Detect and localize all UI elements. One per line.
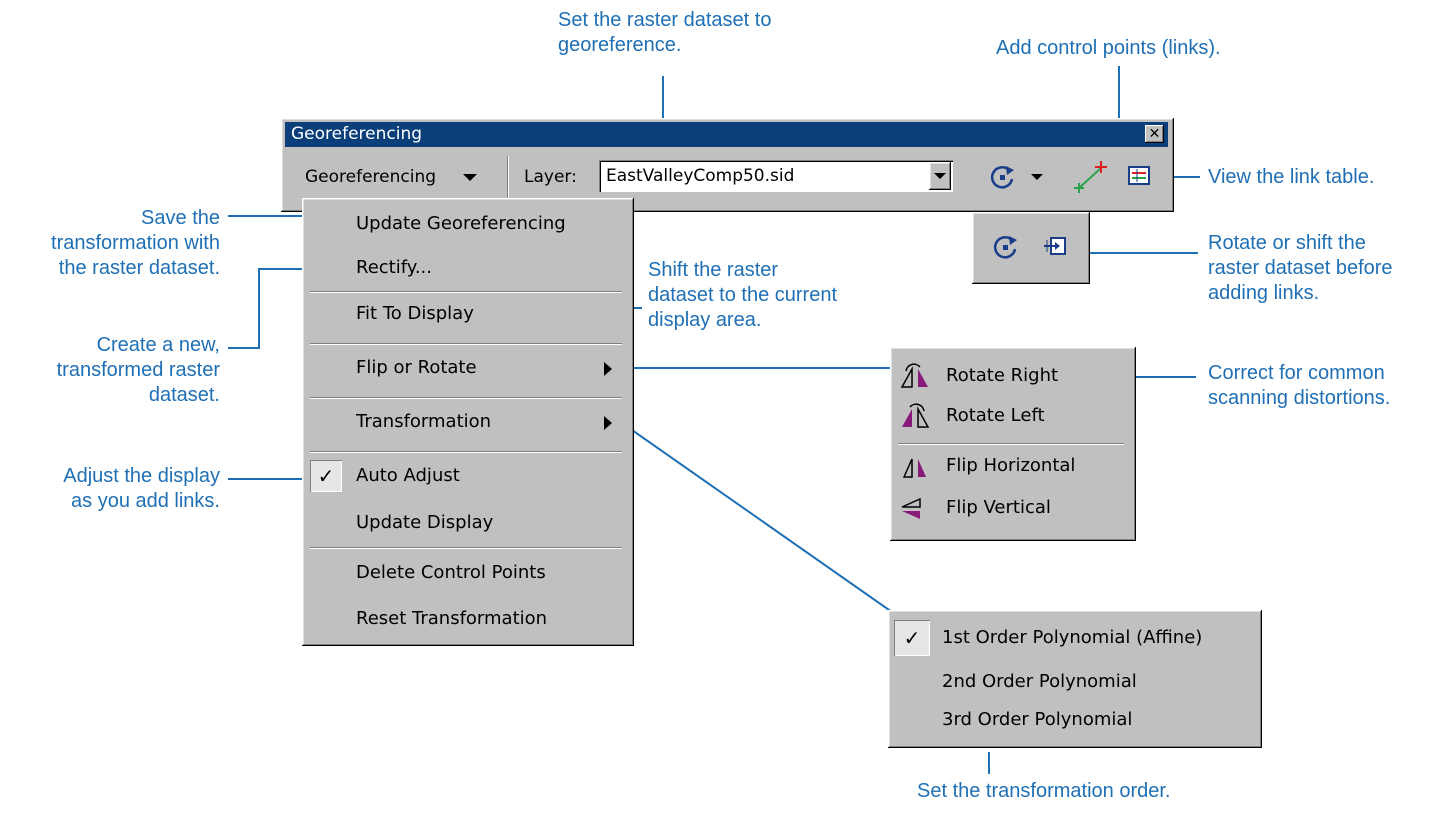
menu-item-auto-adjust[interactable]: ✓ Auto Adjust (306, 456, 626, 496)
transformation-submenu: ✓ 1st Order Polynomial (Affine) 2nd Orde… (888, 610, 1262, 748)
flip-rotate-submenu: Rotate Right Rotate Left Flip Horizontal… (890, 347, 1136, 541)
menu-item-label: 1st Order Polynomial (Affine) (942, 627, 1203, 648)
layer-label: Layer: (524, 167, 577, 187)
menu-item-label: Update Display (356, 512, 494, 533)
check-box: ✓ (310, 460, 342, 492)
link-table-icon[interactable] (1127, 164, 1151, 188)
flip-horizontal-icon (902, 458, 926, 478)
leader-create-new-v (258, 268, 260, 348)
flip-vertical-label: Flip Vertical (946, 497, 1051, 518)
menu-item-3rd-order-polynomial[interactable]: 3rd Order Polynomial (892, 702, 1254, 738)
leader-correct-distortions (1128, 376, 1196, 378)
menu-item-label: Transformation (356, 411, 492, 432)
callout-create-new: Create a new, transformed raster dataset… (56, 334, 220, 406)
rotate-right-label: Rotate Right (946, 365, 1059, 386)
menu-item-rotate-right[interactable]: Rotate Right (898, 361, 1128, 391)
close-button[interactable]: ✕ (1145, 125, 1164, 143)
menu-item-label: Flip or Rotate (356, 357, 477, 378)
menu-item-label: Update Georeferencing (356, 213, 566, 234)
georeferencing-menu-button[interactable]: Georeferencing (305, 162, 477, 192)
menu-item-label: 3rd Order Polynomial (942, 709, 1133, 730)
menu-item-label: Reset Transformation (356, 608, 548, 629)
leader-set-order (988, 752, 990, 774)
callout-add-control-points: Add control points (links). (996, 37, 1221, 59)
leader-create-new-h2 (228, 347, 260, 349)
callout-set-order: Set the transformation order. (917, 780, 1171, 802)
rotate-right-icon (900, 363, 928, 388)
menu-item-flip-or-rotate[interactable]: Flip or Rotate (306, 348, 626, 388)
submenu-arrow-icon (604, 362, 612, 376)
menu-item-reset-transformation[interactable]: Reset Transformation (306, 599, 626, 639)
layer-select[interactable]: EastValleyComp50.sid (599, 160, 953, 192)
check-box: ✓ (894, 620, 930, 656)
callout-adjust-display: Adjust the display as you add links. (63, 465, 220, 512)
menu-item-label: Delete Control Points (356, 562, 546, 583)
menu-item-transformation[interactable]: Transformation (306, 402, 626, 442)
menu-item-rotate-left[interactable]: Rotate Left (898, 401, 1128, 431)
georeferencing-menu-label: Georeferencing (305, 167, 437, 187)
close-icon: ✕ (1148, 126, 1161, 142)
leader-transformation (631, 429, 893, 613)
menu-item-delete-control-points[interactable]: Delete Control Points (306, 553, 626, 593)
rotate-tool-dropdown-icon[interactable] (1031, 174, 1043, 180)
layer-select-dropdown-button[interactable] (929, 162, 951, 190)
flip-horizontal-label: Flip Horizontal (946, 455, 1076, 476)
georeferencing-menu: Update Georeferencing Rectify... Fit To … (302, 198, 634, 646)
callout-set-raster: Set the raster dataset to georeference. (558, 9, 772, 56)
submenu-arrow-icon (604, 416, 612, 430)
chevron-down-icon (934, 173, 946, 179)
menu-item-update-display[interactable]: Update Display (306, 503, 626, 543)
menu-item-2nd-order-polynomial[interactable]: 2nd Order Polynomial (892, 664, 1254, 700)
flip-vertical-icon (901, 497, 921, 519)
menu-separator (310, 397, 622, 399)
menu-item-rectify[interactable]: Rectify... (306, 248, 626, 288)
rotate-icon[interactable] (990, 232, 1020, 262)
menu-item-flip-horizontal[interactable]: Flip Horizontal (898, 451, 1128, 481)
rotate-shift-popup (972, 212, 1090, 284)
leader-rotate-or-shift (1090, 252, 1198, 254)
add-control-points-icon[interactable] (1073, 158, 1109, 194)
toolbar-titlebar[interactable]: Georeferencing ✕ (285, 122, 1168, 147)
rotate-left-icon (902, 403, 930, 428)
menu-item-1st-order-polynomial[interactable]: ✓ 1st Order Polynomial (Affine) (892, 618, 1254, 658)
menu-item-label: Rectify... (356, 257, 432, 278)
menu-item-label: 2nd Order Polynomial (942, 671, 1137, 692)
menu-separator (310, 451, 622, 453)
shift-icon[interactable] (1042, 234, 1068, 260)
menu-item-label: Auto Adjust (356, 465, 460, 486)
rotate-tool-icon[interactable] (987, 162, 1017, 192)
menu-separator (310, 291, 622, 293)
menu-item-fit-to-display[interactable]: Fit To Display (306, 294, 626, 334)
callout-rotate-or-shift: Rotate or shift the raster dataset befor… (1208, 232, 1393, 304)
toolbar-separator (507, 156, 509, 200)
callout-save-transformation: Save the transformation with the raster … (51, 207, 220, 279)
menu-item-update-georeferencing[interactable]: Update Georeferencing (306, 204, 626, 244)
menu-separator (898, 443, 1124, 445)
leader-flip-rotate (626, 367, 896, 369)
menu-separator (310, 343, 622, 345)
callout-view-link-table: View the link table. (1208, 166, 1375, 188)
layer-select-value: EastValleyComp50.sid (606, 166, 795, 186)
toolbar-title: Georeferencing (291, 124, 423, 144)
checkmark-icon: ✓ (317, 464, 335, 488)
dropdown-arrow-icon (463, 174, 477, 181)
menu-separator (310, 547, 622, 549)
menu-item-flip-vertical[interactable]: Flip Vertical (898, 493, 1128, 523)
callout-correct-distortions: Correct for common scanning distortions. (1208, 362, 1391, 409)
menu-item-label: Fit To Display (356, 303, 474, 324)
rotate-left-label: Rotate Left (946, 405, 1045, 426)
callout-shift-raster: Shift the raster dataset to the current … (648, 259, 838, 331)
checkmark-icon: ✓ (903, 626, 921, 650)
